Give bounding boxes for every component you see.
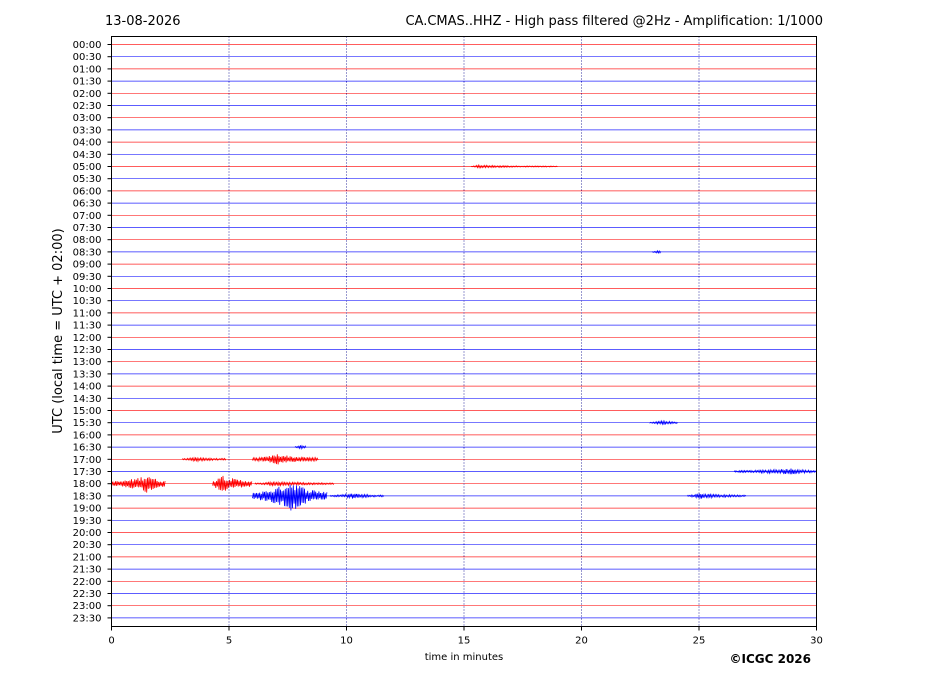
y-tick-label: 16:30 (73, 443, 102, 454)
y-axis-label: UTC (local time = UTC + 02:00) (51, 228, 66, 433)
date-label: 13-08-2026 (105, 14, 181, 29)
copyright-label: ©ICGC 2026 (729, 652, 811, 666)
y-tick-label: 11:30 (73, 321, 102, 332)
event-burst-1630 (294, 444, 307, 451)
x-tick-label: 0 (108, 636, 114, 647)
y-tick-label: 15:30 (73, 418, 102, 429)
x-tick-label: 20 (575, 636, 588, 647)
y-tick-label: 21:00 (73, 552, 102, 563)
y-tick-label: 14:30 (73, 394, 102, 405)
y-tick-label: 11:00 (73, 308, 102, 319)
y-tick-label: 05:30 (73, 174, 102, 185)
y-tick-label: 07:30 (73, 223, 102, 234)
x-tick-label: 10 (340, 636, 353, 647)
y-tick-label: 20:30 (73, 540, 102, 551)
x-axis-label: time in minutes (425, 652, 504, 663)
event-burst-1830 (329, 493, 385, 500)
y-tick-label: 01:00 (73, 64, 102, 75)
x-axis-ticks: 0 5 10 15 20 25 30 (108, 626, 823, 647)
y-tick-label: 06:30 (73, 199, 102, 210)
y-tick-label: 23:30 (73, 613, 102, 624)
y-tick-label: 12:30 (73, 345, 102, 356)
event-burst-1700 (181, 456, 227, 463)
event-burst-1830 (252, 484, 328, 511)
y-tick-label: 03:00 (73, 113, 102, 124)
event-burst-1730 (733, 468, 817, 475)
x-grid (228, 36, 700, 627)
y-tick-label: 02:30 (73, 101, 102, 112)
y-tick-label: 20:00 (73, 528, 102, 539)
event-burst-1800 (111, 477, 166, 493)
y-tick-label: 10:00 (73, 284, 102, 295)
x-tick-label: 30 (810, 636, 823, 647)
x-tick-label: 5 (226, 636, 232, 647)
event-burst-0500 (470, 163, 558, 169)
y-tick-label: 23:00 (73, 601, 102, 612)
event-burst-1530 (649, 419, 678, 426)
y-tick-label: 00:00 (73, 40, 102, 51)
y-tick-label: 00:30 (73, 52, 102, 63)
y-tick-label: 05:00 (73, 162, 102, 173)
y-tick-label: 16:00 (73, 430, 102, 441)
y-tick-label: 18:00 (73, 479, 102, 490)
y-tick-label: 17:00 (73, 455, 102, 466)
y-tick-label: 09:30 (73, 272, 102, 283)
y-tick-label: 09:00 (73, 260, 102, 271)
y-tick-label: 22:30 (73, 589, 102, 600)
y-tick-label: 15:00 (73, 406, 102, 417)
y-tick-label: 12:00 (73, 333, 102, 344)
x-tick-label: 15 (458, 636, 471, 647)
y-tick-label: 10:30 (73, 296, 102, 307)
x-tick-label: 25 (693, 636, 706, 647)
y-tick-label: 07:00 (73, 211, 102, 222)
y-tick-label: 14:00 (73, 382, 102, 393)
helicorder-figure: 13-08-2026 CA.CMAS..HHZ - High pass filt… (51, 14, 823, 666)
event-burst-1700 (252, 454, 319, 465)
event-burst-1800 (212, 475, 253, 491)
y-tick-label: 02:00 (73, 89, 102, 100)
y-tick-label: 21:30 (73, 565, 102, 576)
y-tick-label: 03:30 (73, 125, 102, 136)
y-tick-label: 19:30 (73, 516, 102, 527)
y-axis-ticks: 00:0000:3001:00 01:3002:0002:3003:0003:30… (73, 40, 112, 624)
event-burst-0830 (651, 249, 662, 254)
y-tick-label: 04:30 (73, 150, 102, 161)
y-tick-label: 08:00 (73, 235, 102, 246)
event-burst-1800 (254, 480, 335, 488)
y-tick-label: 17:30 (73, 467, 102, 478)
y-tick-label: 06:00 (73, 186, 102, 197)
chart-title: CA.CMAS..HHZ - High pass filtered @2Hz -… (405, 14, 823, 29)
y-tick-label: 01:30 (73, 77, 102, 88)
y-tick-label: 13:00 (73, 357, 102, 368)
y-tick-label: 08:30 (73, 247, 102, 258)
y-tick-label: 22:00 (73, 577, 102, 588)
y-tick-label: 18:30 (73, 491, 102, 502)
y-tick-label: 19:00 (73, 504, 102, 515)
y-tick-label: 13:30 (73, 369, 102, 380)
y-tick-label: 04:00 (73, 138, 102, 149)
